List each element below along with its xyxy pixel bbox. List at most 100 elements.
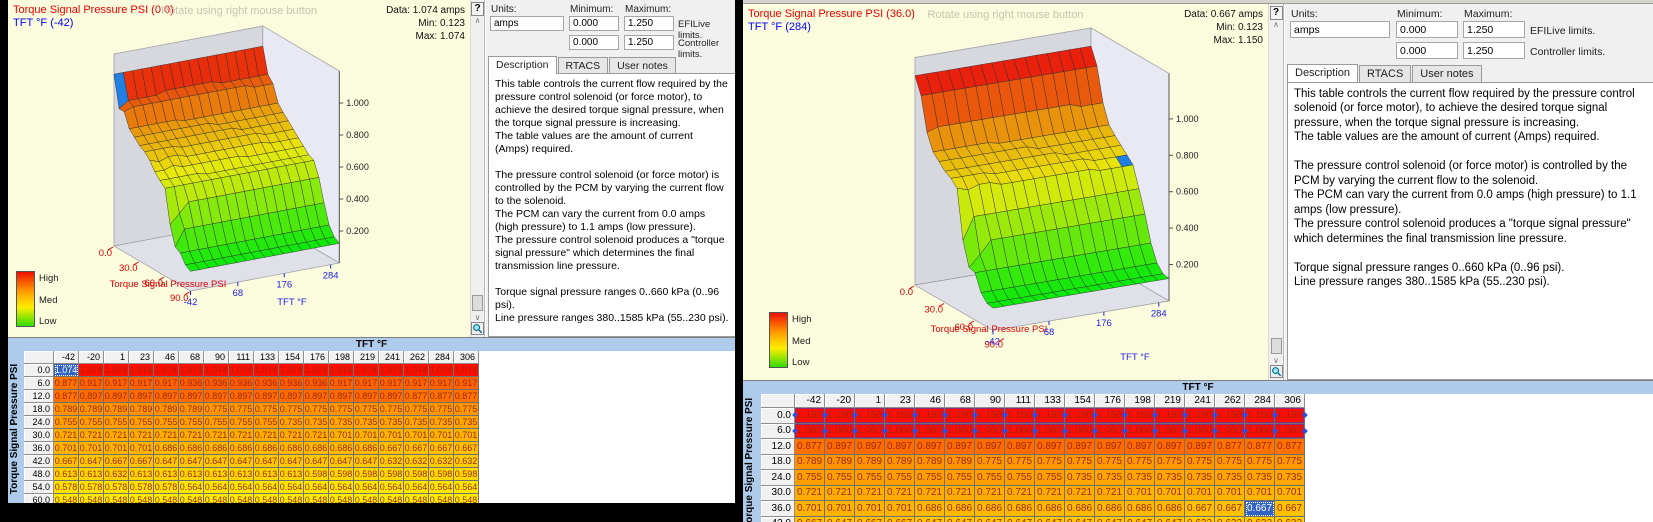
table-cell[interactable]: 0.721 <box>54 429 79 442</box>
table-cell[interactable]: 0.667 <box>885 517 915 522</box>
col-header[interactable]: 23 <box>885 394 915 408</box>
table-cell[interactable]: 0.721 <box>179 429 204 442</box>
table-cell[interactable]: 0.917 <box>454 377 479 390</box>
table-cell[interactable]: 0.775 <box>1215 455 1245 471</box>
table-cell[interactable]: 0.897 <box>329 390 354 403</box>
table-cell[interactable]: 0.686 <box>254 442 279 455</box>
table-cell[interactable]: 0.789 <box>129 403 154 416</box>
col-header[interactable]: 133 <box>254 351 279 364</box>
table-cell[interactable]: 0.897 <box>915 439 945 455</box>
table-cell[interactable]: 1.074 <box>379 364 404 377</box>
col-header[interactable]: 1 <box>104 351 129 364</box>
chevron-up-icon[interactable]: ∧ <box>1273 20 1279 29</box>
table-cell[interactable]: 0.721 <box>945 486 975 502</box>
table-cell[interactable]: 0.917 <box>79 377 104 390</box>
table-cell[interactable]: 0.647 <box>304 455 329 468</box>
table-cell[interactable]: 1.060 <box>975 424 1005 440</box>
table-cell[interactable]: 0.735 <box>1125 470 1155 486</box>
table-cell[interactable]: 0.936 <box>279 377 304 390</box>
table-cell[interactable]: 1.074 <box>154 364 179 377</box>
table-cell[interactable]: 0.686 <box>915 501 945 517</box>
table-cell[interactable]: 1.074 <box>79 364 104 377</box>
units-field[interactable] <box>1290 21 1390 38</box>
table-cell[interactable]: 0.735 <box>1065 470 1095 486</box>
table-cell[interactable]: 0.647 <box>1125 517 1155 522</box>
table-cell[interactable]: 0.613 <box>79 468 104 481</box>
table-cell[interactable]: 0.686 <box>1035 501 1065 517</box>
table-cell[interactable]: 1.150 <box>975 408 1005 424</box>
zoom-button[interactable] <box>471 322 484 335</box>
table-cell[interactable]: 0.548 <box>429 494 454 503</box>
col-header[interactable]: 176 <box>1095 394 1125 408</box>
table-cell[interactable]: 0.548 <box>129 494 154 503</box>
table-cell[interactable]: 0.936 <box>204 377 229 390</box>
table-cell[interactable]: 0.735 <box>329 416 354 429</box>
table-cell[interactable]: 0.897 <box>279 390 304 403</box>
table-cell[interactable]: 0.701 <box>1215 486 1245 502</box>
col-header[interactable]: 23 <box>129 351 154 364</box>
col-header[interactable]: 198 <box>1125 394 1155 408</box>
table-cell[interactable]: 0.775 <box>1125 455 1155 471</box>
table-cell[interactable]: 0.701 <box>1125 486 1155 502</box>
table-cell[interactable]: 0.564 <box>429 481 454 494</box>
table-cell[interactable]: 0.701 <box>404 429 429 442</box>
table-cell[interactable]: 0.877 <box>1215 439 1245 455</box>
table-cell[interactable]: 0.647 <box>1035 517 1065 522</box>
table-cell[interactable]: 1.150 <box>825 408 855 424</box>
table-cell[interactable]: 0.775 <box>404 403 429 416</box>
table-cell[interactable]: 0.897 <box>154 390 179 403</box>
table-cell[interactable]: 0.548 <box>304 494 329 503</box>
col-header[interactable]: 262 <box>404 351 429 364</box>
table-cell[interactable]: 0.686 <box>1095 501 1125 517</box>
table-cell[interactable]: 0.632 <box>429 455 454 468</box>
chevron-up-icon[interactable]: ∧ <box>475 16 481 25</box>
row-header[interactable]: 42.0 <box>24 455 54 468</box>
col-header[interactable]: -20 <box>79 351 104 364</box>
tab-user-notes[interactable]: User notes <box>1412 65 1481 82</box>
table-cell[interactable]: 0.755 <box>129 416 154 429</box>
table-cell[interactable]: 0.897 <box>354 390 379 403</box>
table-cell[interactable]: 0.735 <box>1155 470 1185 486</box>
row-header[interactable]: 6.0 <box>761 424 795 440</box>
row-header[interactable]: 6.0 <box>24 377 54 390</box>
table-cell[interactable]: 0.936 <box>179 377 204 390</box>
table-cell[interactable]: 0.897 <box>1065 439 1095 455</box>
table-cell[interactable]: 0.564 <box>254 481 279 494</box>
table-cell[interactable]: 1.150 <box>885 408 915 424</box>
table-cell[interactable]: 0.735 <box>1275 470 1305 486</box>
table-cell[interactable]: 0.936 <box>254 377 279 390</box>
table-cell[interactable]: 0.721 <box>1065 486 1095 502</box>
table-cell[interactable]: 1.074 <box>279 364 304 377</box>
table-cell[interactable]: 0.917 <box>129 377 154 390</box>
table-cell[interactable]: 0.775 <box>975 455 1005 471</box>
efilive-max-field[interactable] <box>624 16 674 31</box>
table-cell[interactable]: 0.632 <box>1215 517 1245 522</box>
table-cell[interactable]: 1.074 <box>229 364 254 377</box>
help-button[interactable]: ? <box>1270 6 1283 20</box>
table-cell[interactable]: 0.755 <box>54 416 79 429</box>
table-cell[interactable]: 1.074 <box>254 364 279 377</box>
efilive-min-field[interactable] <box>569 16 619 31</box>
table-cell[interactable]: 0.564 <box>229 481 254 494</box>
table-cell[interactable]: 0.917 <box>329 377 354 390</box>
row-header[interactable]: 60.0 <box>24 494 54 503</box>
table-cell[interactable]: 0.667 <box>404 442 429 455</box>
table-cell[interactable]: 0.548 <box>354 494 379 503</box>
table-cell[interactable]: 0.755 <box>254 416 279 429</box>
table-cell[interactable]: 0.877 <box>429 390 454 403</box>
row-header[interactable]: 54.0 <box>24 481 54 494</box>
table-cell[interactable]: 1.060 <box>915 424 945 440</box>
table-cell[interactable]: 0.667 <box>54 455 79 468</box>
table-cell[interactable]: 0.735 <box>429 416 454 429</box>
table-cell[interactable]: 0.647 <box>254 455 279 468</box>
table-cell[interactable]: 0.917 <box>429 377 454 390</box>
col-header[interactable]: 241 <box>379 351 404 364</box>
table-cell[interactable]: 0.897 <box>855 439 885 455</box>
col-header[interactable]: -42 <box>54 351 79 364</box>
table-cell[interactable]: 0.613 <box>179 468 204 481</box>
table-cell[interactable]: 0.578 <box>54 481 79 494</box>
tab-rtacs[interactable]: RTACS <box>1359 65 1411 82</box>
table-cell[interactable]: 0.755 <box>1035 470 1065 486</box>
table-cell[interactable]: 1.150 <box>1005 408 1035 424</box>
col-header[interactable]: 154 <box>1065 394 1095 408</box>
